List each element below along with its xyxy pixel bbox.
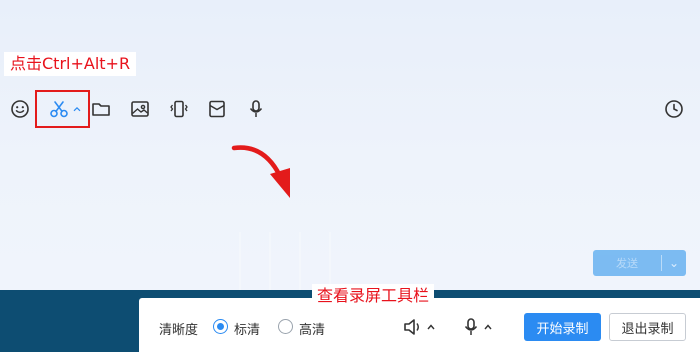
chevron-down-icon[interactable]: ⌄ (662, 256, 686, 270)
radio-standard[interactable] (213, 319, 228, 334)
radio-standard-label[interactable]: 标清 (234, 319, 260, 338)
clarity-label: 清晰度 (159, 323, 199, 338)
speaker-icon (404, 319, 419, 335)
annotation-record-toolbar-label: 查看录屏工具栏 (312, 284, 435, 308)
chevron-up-icon[interactable] (70, 98, 84, 120)
annotation-arrow (231, 145, 290, 198)
send-button-label: 发送 (616, 257, 638, 270)
annotation-shortcut-label: 点击Ctrl+Alt+R (4, 52, 137, 76)
mic-toggle[interactable] (461, 317, 493, 337)
microphone-icon[interactable] (245, 98, 267, 120)
radio-hd-label[interactable]: 高清 (299, 319, 325, 338)
folder-icon[interactable] (90, 98, 112, 120)
vibrate-icon[interactable] (168, 98, 190, 120)
clock-icon[interactable] (663, 98, 685, 120)
scissors-icon[interactable] (48, 98, 70, 120)
background-decoration (239, 232, 331, 292)
microphone-icon (464, 318, 478, 335)
exit-recording-button[interactable]: 退出录制 (609, 313, 686, 341)
send-button[interactable]: 发送 ⌄ (593, 250, 686, 276)
radio-hd[interactable] (278, 319, 293, 334)
image-icon[interactable] (129, 98, 151, 120)
chevron-up-icon (427, 324, 435, 330)
start-recording-button[interactable]: 开始录制 (524, 313, 601, 341)
emoji-icon[interactable] (9, 98, 31, 120)
red-envelope-icon[interactable] (206, 98, 228, 120)
chevron-up-icon (484, 324, 492, 330)
speaker-toggle[interactable] (402, 317, 436, 337)
